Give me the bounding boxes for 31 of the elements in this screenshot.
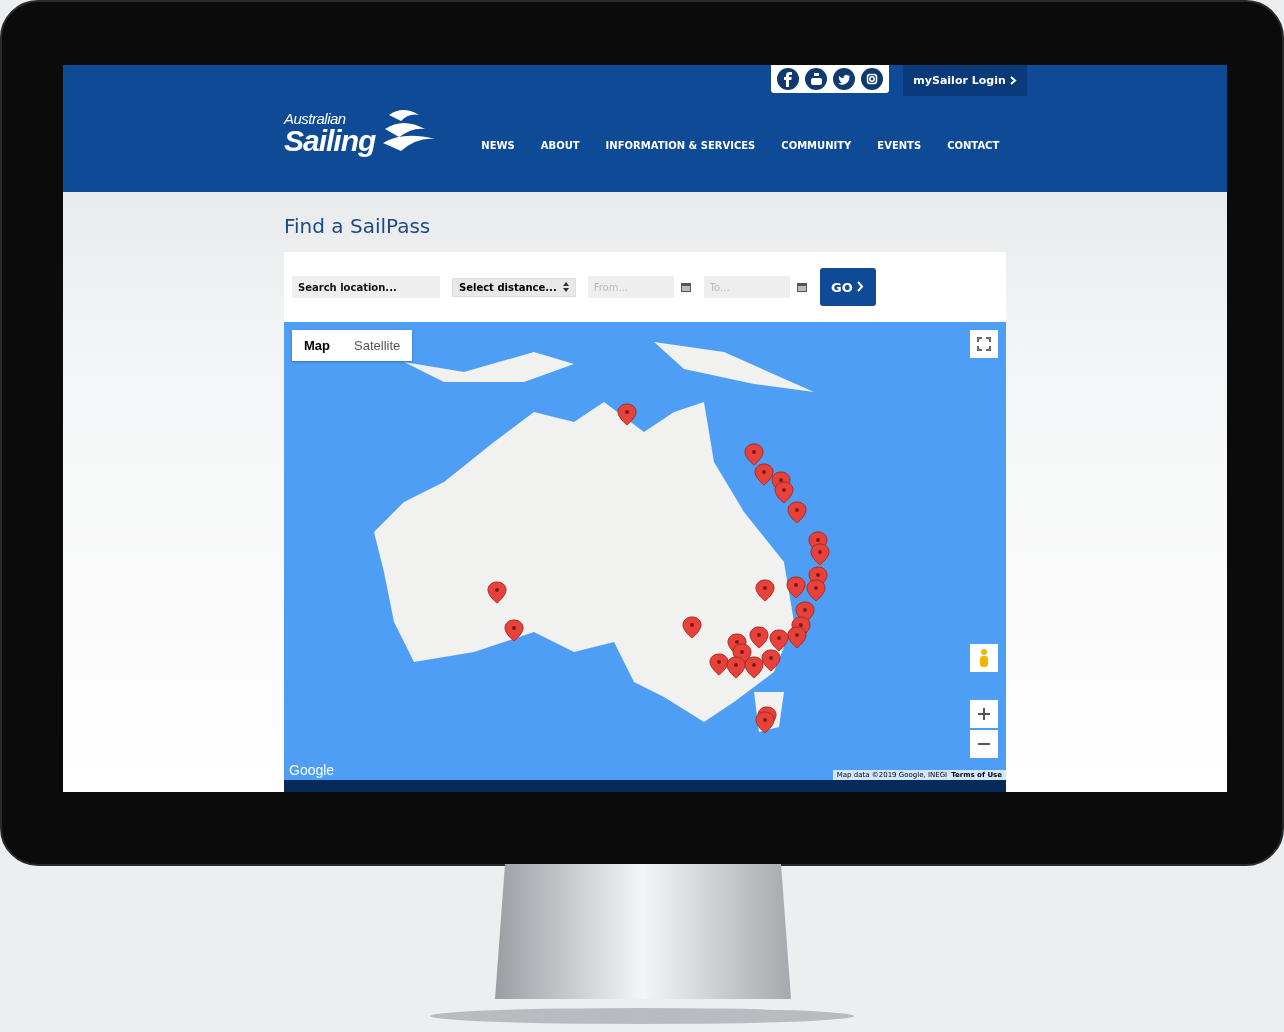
map-type-tab[interactable]: Satellite <box>342 330 413 361</box>
zoom-out-button[interactable] <box>970 730 998 758</box>
fullscreen-button[interactable] <box>970 330 998 358</box>
person-icon <box>978 648 990 668</box>
calendar-icon[interactable] <box>795 281 808 293</box>
chevron-right-icon <box>1009 76 1017 85</box>
facebook-icon[interactable] <box>777 68 800 90</box>
page-title: Find a SailPass <box>284 214 432 238</box>
instagram-icon[interactable] <box>861 68 884 90</box>
zoom-in-button[interactable] <box>970 700 998 728</box>
chevron-right-icon <box>857 280 865 292</box>
nav-link[interactable]: ABOUT <box>540 140 580 151</box>
logo-text: Australian <box>284 110 347 126</box>
plus-icon <box>977 707 991 721</box>
location-search-field[interactable]: Search location... <box>292 276 440 298</box>
logo-text: Sailing <box>284 125 376 156</box>
calendar-icon[interactable] <box>679 281 692 293</box>
nav-link[interactable]: INFORMATION & SERVICES <box>605 140 756 151</box>
nav-link[interactable]: COMMUNITY <box>781 140 852 151</box>
twitter-icon[interactable] <box>833 68 856 90</box>
minus-icon <box>977 742 991 746</box>
nav-link[interactable]: EVENTS <box>877 140 922 151</box>
distance-select[interactable]: Select distance... <box>452 277 576 297</box>
map-type-tab[interactable]: Map <box>292 330 342 361</box>
fullscreen-icon <box>977 337 991 351</box>
map-brand: Google <box>289 762 335 778</box>
nav-link[interactable]: CONTACT <box>947 140 1000 151</box>
go-button[interactable]: GO <box>819 268 876 306</box>
nav-link[interactable]: NEWS <box>481 140 515 151</box>
select-arrows-icon <box>562 281 569 292</box>
login-button[interactable]: mySailor Login <box>903 65 1027 96</box>
